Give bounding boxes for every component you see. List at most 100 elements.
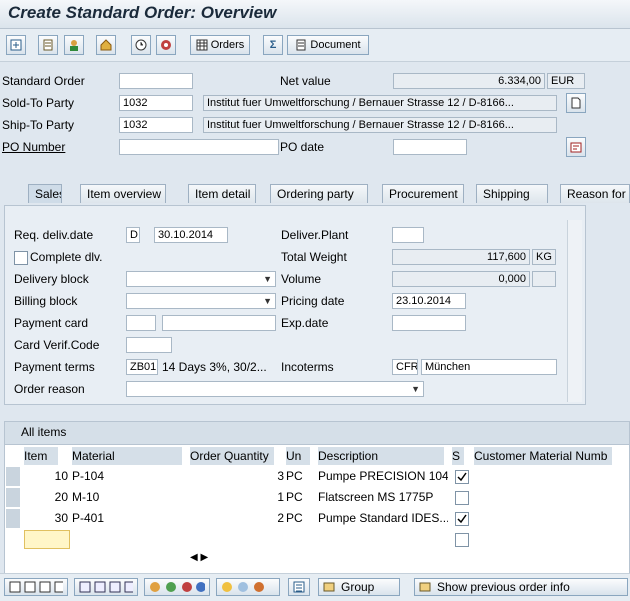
table-row-item[interactable]: 20 <box>24 488 68 507</box>
column-material[interactable]: Material <box>72 447 182 465</box>
order-reason-select[interactable] <box>126 381 424 397</box>
billing-block-select[interactable] <box>126 293 276 309</box>
pricing-icon[interactable] <box>156 35 176 55</box>
payment-card-label: Payment card <box>14 316 89 330</box>
net-value-label: Net value <box>280 74 331 88</box>
req-deliv-date-field[interactable]: 30.10.2014 <box>154 227 228 243</box>
tab-shipping[interactable]: Shipping <box>476 184 548 203</box>
req-deliv-type-field[interactable]: D <box>126 227 140 243</box>
payment-terms-field[interactable]: ZB01 <box>126 359 158 375</box>
new-item-field[interactable] <box>24 530 70 549</box>
configure-icon[interactable] <box>288 578 310 596</box>
table-icon <box>196 39 208 51</box>
partner-icon[interactable] <box>64 35 84 55</box>
header-icon[interactable] <box>38 35 58 55</box>
display-change-icon[interactable] <box>6 35 26 55</box>
payment-card-type-field[interactable] <box>126 315 156 331</box>
table-row-unit[interactable]: PC <box>286 467 310 486</box>
table-row-item[interactable]: 10 <box>24 467 68 486</box>
item-detail-buttons[interactable] <box>4 578 68 596</box>
table-row-description[interactable]: Pumpe Standard IDES... <box>318 509 448 528</box>
document-icon[interactable] <box>566 93 586 113</box>
table-row-item[interactable]: 30 <box>24 509 68 528</box>
table-row-unit[interactable]: PC <box>286 509 310 528</box>
item-actions-icon <box>9 581 63 593</box>
table-row-material[interactable]: P-104 <box>72 467 182 486</box>
table-row-description[interactable]: Flatscreen MS 1775P <box>318 488 448 507</box>
order-reason-label: Order reason <box>14 382 85 396</box>
standard-order-field[interactable] <box>119 73 193 89</box>
previous-order-icon <box>419 582 431 592</box>
tab-reason-for-rejection[interactable]: Reason for r <box>560 184 630 203</box>
card-verif-code-field[interactable] <box>126 337 172 353</box>
home-icon[interactable] <box>96 35 116 55</box>
tab-ordering-party[interactable]: Ordering party <box>270 184 368 203</box>
sold-to-name: Institut fuer Umweltforschung / Bernauer… <box>203 95 557 111</box>
tab-item-overview[interactable]: Item overview <box>80 184 166 203</box>
ship-to-field[interactable]: 1032 <box>119 117 193 133</box>
sold-to-field[interactable]: 1032 <box>119 95 193 111</box>
tab-item-detail[interactable]: Item detail <box>188 184 256 203</box>
payment-terms-label: Payment terms <box>14 360 95 374</box>
column-unit[interactable]: Un <box>286 447 310 465</box>
ship-to-label: Ship-To Party <box>2 118 75 132</box>
pricing-date-field[interactable]: 23.10.2014 <box>392 293 466 309</box>
tab-strip: Sales Item overview Item detail Ordering… <box>0 181 630 205</box>
row-selector[interactable] <box>6 509 20 528</box>
complete-dlv-label: Complete dlv. <box>30 250 103 264</box>
table-row-material[interactable]: P-401 <box>72 509 182 528</box>
document-button[interactable]: Document <box>287 35 369 55</box>
complete-dlv-checkbox[interactable] <box>14 251 28 265</box>
billing-block-label: Billing block <box>14 294 78 308</box>
payment-card-field[interactable] <box>162 315 276 331</box>
table-row-material[interactable]: M-10 <box>72 488 182 507</box>
items-header-bar: All items <box>4 421 630 445</box>
table-row-status-checkbox[interactable] <box>455 491 469 505</box>
row-selector[interactable] <box>6 488 20 507</box>
table-row-description[interactable]: Pumpe PRECISION 104 <box>318 467 448 486</box>
row-edit-buttons[interactable] <box>74 578 138 596</box>
group-button[interactable]: Group <box>318 578 400 596</box>
table-row-status-checkbox[interactable] <box>455 533 469 547</box>
delivery-block-label: Delivery block <box>14 272 89 286</box>
sum-icon[interactable]: Σ <box>263 35 283 55</box>
horizontal-scrollbar[interactable]: ◀ ▶ <box>190 551 240 565</box>
page-title: Create Standard Order: Overview <box>8 3 277 22</box>
po-detail-icon[interactable] <box>566 137 586 157</box>
column-description[interactable]: Description <box>318 447 444 465</box>
net-value-field: 6.334,00 <box>393 73 545 89</box>
show-previous-order-info-button[interactable]: Show previous order info <box>414 578 628 596</box>
weight-unit-field: KG <box>532 249 556 265</box>
delivery-block-select[interactable] <box>126 271 276 287</box>
orders-button[interactable]: Orders <box>190 35 250 55</box>
schedule-buttons[interactable] <box>216 578 280 596</box>
incoterms-place-field[interactable]: München <box>421 359 557 375</box>
total-weight-field: 117,600 <box>392 249 530 265</box>
column-s[interactable]: S <box>452 447 464 465</box>
orders-label: Orders <box>210 39 245 51</box>
po-date-field[interactable] <box>393 139 467 155</box>
exp-date-field[interactable] <box>392 315 466 331</box>
table-row-qty[interactable]: 3 <box>190 467 284 486</box>
deliver-plant-field[interactable] <box>392 227 424 243</box>
column-item[interactable]: Item <box>24 447 58 465</box>
column-customer-material-number[interactable]: Customer Material Numb <box>474 447 612 465</box>
pricing-buttons[interactable] <box>144 578 210 596</box>
column-order-quantity[interactable]: Order Quantity <box>190 447 274 465</box>
incoterms-code-field[interactable]: CFR <box>392 359 418 375</box>
schedule-icon <box>222 582 264 592</box>
document-icon <box>296 39 306 51</box>
table-row-status-checkbox[interactable] <box>455 470 469 484</box>
table-row-qty[interactable]: 1 <box>190 488 284 507</box>
title-bar: Create Standard Order: Overview <box>0 0 630 29</box>
row-selector[interactable] <box>6 467 20 486</box>
table-row-unit[interactable]: PC <box>286 488 310 507</box>
po-number-field[interactable] <box>119 139 279 155</box>
table-row-qty[interactable]: 2 <box>190 509 284 528</box>
clock-icon[interactable] <box>131 35 151 55</box>
table-row-status-checkbox[interactable] <box>455 512 469 526</box>
tab-procurement[interactable]: Procurement <box>382 184 464 203</box>
tab-sales[interactable]: Sales <box>28 184 62 203</box>
items-toolbar: Group Show previous order info <box>0 573 630 601</box>
vertical-scrollbar[interactable] <box>567 220 582 402</box>
